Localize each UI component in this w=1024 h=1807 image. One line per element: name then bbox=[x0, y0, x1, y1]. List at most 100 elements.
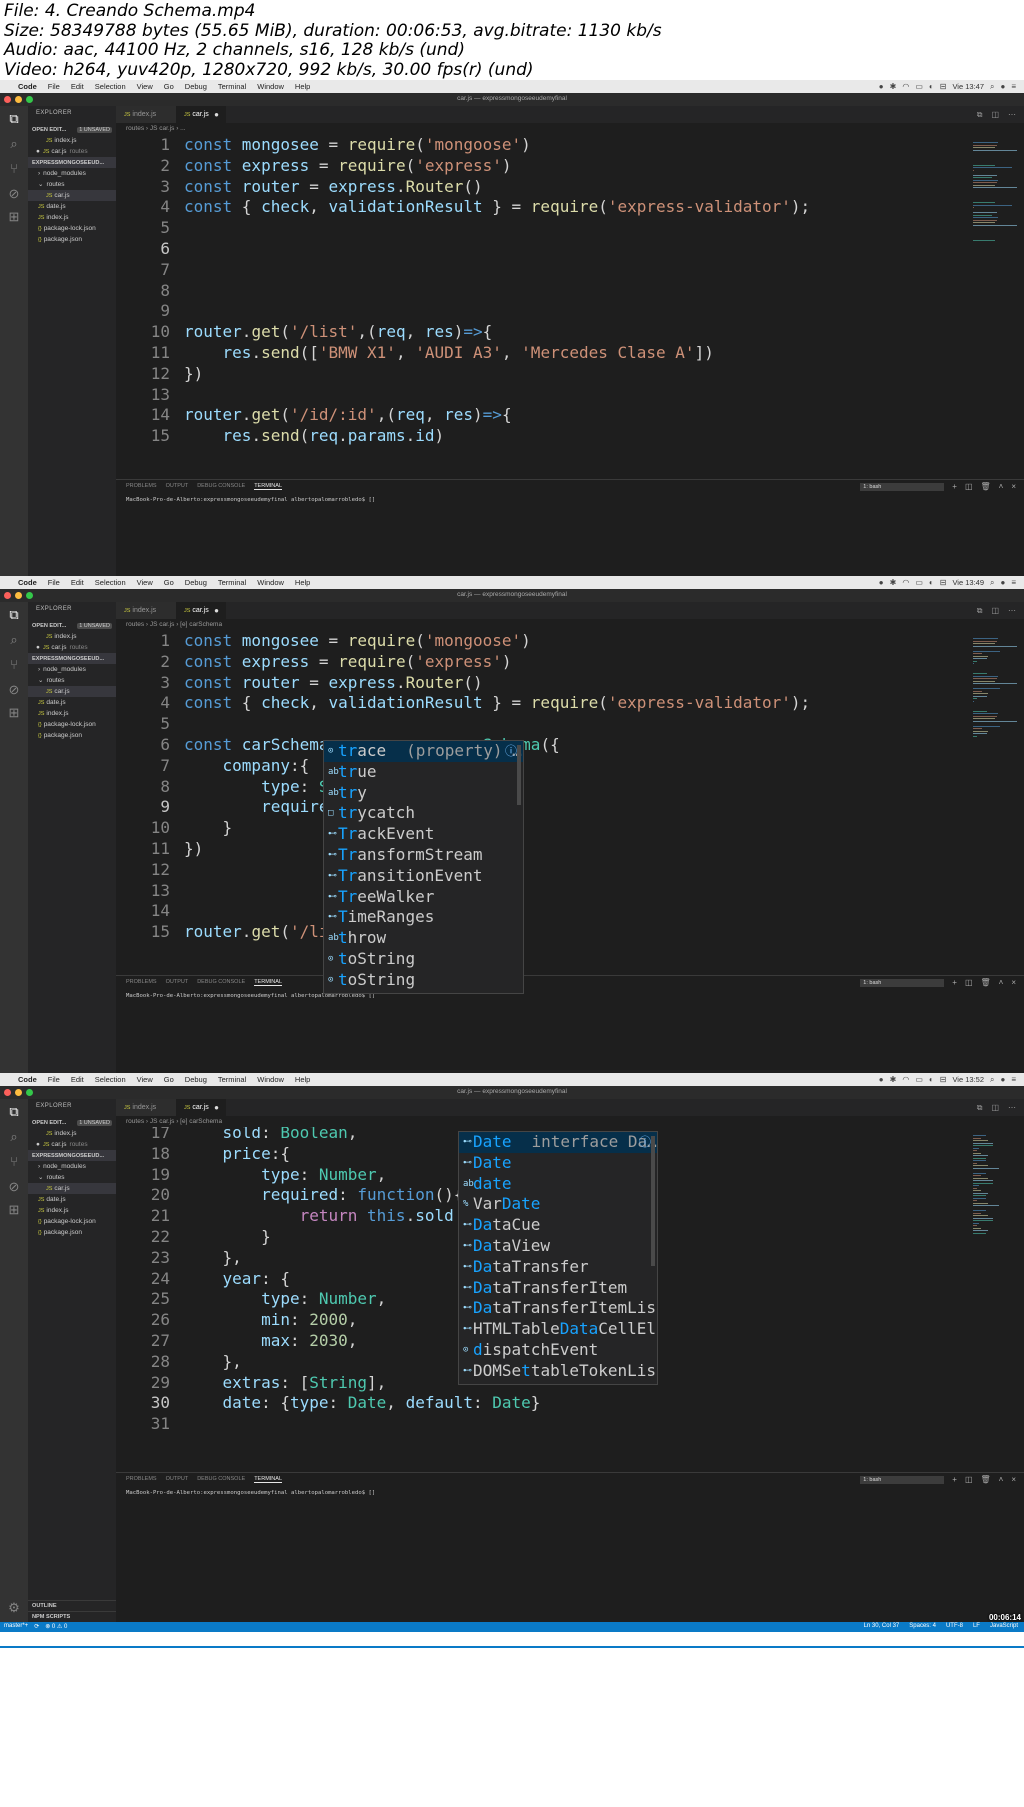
problems-indicator[interactable]: ⊗ 0 ⚠ 0 bbox=[45, 1623, 67, 1630]
tab-car-js[interactable]: JS car.js ● bbox=[176, 602, 226, 619]
split-editor-icon[interactable]: ◫ bbox=[991, 602, 999, 619]
panel-tab-terminal[interactable]: TERMINAL bbox=[254, 483, 282, 490]
flag-icon[interactable]: ⊟ bbox=[940, 578, 947, 587]
file-tree-item[interactable]: JS car.js bbox=[28, 1183, 116, 1194]
workspace-folder[interactable]: EXPRESSMONGOSEEUD... bbox=[28, 1150, 116, 1161]
menu-edit[interactable]: Edit bbox=[71, 82, 84, 91]
npm-scripts-section[interactable]: NPM SCRIPTS bbox=[28, 1611, 116, 1622]
split-terminal-icon[interactable]: ◫ bbox=[965, 978, 973, 987]
menu-selection[interactable]: Selection bbox=[95, 578, 126, 587]
suggestion-item[interactable]: abdate bbox=[459, 1174, 657, 1195]
file-tree-item[interactable]: › node_modules bbox=[28, 1161, 116, 1172]
close-panel-icon[interactable]: × bbox=[1011, 482, 1016, 491]
panel-tab-debug-console[interactable]: DEBUG CONSOLE bbox=[197, 979, 245, 986]
suggestion-item[interactable]: abthrow bbox=[324, 928, 523, 949]
close-panel-icon[interactable]: × bbox=[1011, 1475, 1016, 1484]
suggestion-item[interactable]: ⊷Date interface Da… ⓘ bbox=[459, 1132, 657, 1153]
open-changes-icon[interactable]: ⧉ bbox=[977, 1099, 983, 1116]
menu-edit[interactable]: Edit bbox=[71, 1075, 84, 1084]
flag-icon[interactable]: ⊟ bbox=[940, 1075, 947, 1084]
files-icon[interactable]: ⧉ bbox=[4, 111, 24, 127]
file-tree-item[interactable]: JS date.js bbox=[28, 697, 116, 708]
suggestion-item[interactable]: % VarDate bbox=[459, 1194, 657, 1215]
suggestion-item[interactable]: ⊷TrackEvent bbox=[324, 824, 523, 845]
panel-tab-terminal[interactable]: TERMINAL bbox=[254, 979, 282, 986]
menu-selection[interactable]: Selection bbox=[95, 1075, 126, 1084]
volume-icon[interactable]: ◐ bbox=[929, 1075, 934, 1084]
suggestion-item[interactable]: ⊙ toString bbox=[324, 970, 523, 991]
suggestion-item[interactable]: ⊷TransformStream bbox=[324, 845, 523, 866]
menu-window[interactable]: Window bbox=[257, 82, 284, 91]
files-icon[interactable]: ⧉ bbox=[4, 1104, 24, 1120]
gear-icon[interactable]: ⚙ bbox=[4, 1600, 24, 1616]
terminal-prompt[interactable]: MacBook-Pro-de-Alberto:expressmongoseeud… bbox=[126, 993, 375, 999]
suggestion-item[interactable]: □ trycatch bbox=[324, 803, 523, 824]
suggestion-item[interactable]: ⊷Date bbox=[459, 1153, 657, 1174]
status-enc[interactable]: UTF-8 bbox=[946, 1623, 963, 1629]
panel-tab-debug-console[interactable]: DEBUG CONSOLE bbox=[197, 1476, 245, 1483]
tab-car-js[interactable]: JS car.js ● bbox=[176, 106, 226, 123]
menu-window[interactable]: Window bbox=[257, 578, 284, 587]
record-icon[interactable]: ● bbox=[879, 578, 884, 587]
suggestion-item[interactable]: ⊷TimeRanges bbox=[324, 907, 523, 928]
minimap[interactable] bbox=[970, 1127, 1024, 1472]
siri-icon[interactable]: ● bbox=[1000, 1075, 1005, 1084]
display-icon[interactable]: ▭ bbox=[915, 82, 923, 91]
panel-tab-output[interactable]: OUTPUT bbox=[166, 979, 189, 986]
menu-terminal[interactable]: Terminal bbox=[218, 82, 246, 91]
status-lang[interactable]: JavaScript bbox=[990, 1623, 1018, 1629]
code-editor[interactable]: 1 const mongosee = require('mongoose') 2 co… bbox=[116, 630, 970, 975]
menu-help[interactable]: Help bbox=[295, 578, 310, 587]
minimap[interactable] bbox=[970, 134, 1024, 479]
open-editor-item[interactable]: ● JS car.js routes bbox=[28, 642, 116, 653]
tab-index-js[interactable]: JS index.js bbox=[116, 106, 176, 123]
file-tree-item[interactable]: › node_modules bbox=[28, 168, 116, 179]
breadcrumb[interactable]: routes › JS car.js › [e] carSchema bbox=[116, 619, 1024, 630]
workspace-folder[interactable]: EXPRESSMONGOSEEUD... bbox=[28, 653, 116, 664]
panel-tab-debug-console[interactable]: DEBUG CONSOLE bbox=[197, 483, 245, 490]
source-control-icon[interactable]: ⑂ bbox=[4, 1154, 24, 1169]
suggestion-item[interactable]: abtry bbox=[324, 783, 523, 804]
open-editor-item[interactable]: ● JS car.js routes bbox=[28, 146, 116, 157]
extensions-icon[interactable]: ⊞ bbox=[4, 1202, 24, 1218]
add-terminal-icon[interactable]: + bbox=[952, 482, 957, 491]
record-icon[interactable]: ● bbox=[879, 82, 884, 91]
terminal-select[interactable]: 1: bash bbox=[860, 482, 945, 491]
menu-selection[interactable]: Selection bbox=[95, 82, 126, 91]
source-control-icon[interactable]: ⑂ bbox=[4, 657, 24, 672]
suggestion-item[interactable]: ⊷DataTransferItem bbox=[459, 1278, 657, 1299]
bluetooth-icon[interactable]: ✱ bbox=[890, 82, 897, 91]
suggestion-item[interactable]: abtrue bbox=[324, 762, 523, 783]
unsaved-dot-icon[interactable]: ● bbox=[214, 1099, 219, 1116]
menu-help[interactable]: Help bbox=[295, 82, 310, 91]
siri-icon[interactable]: ● bbox=[1000, 578, 1005, 587]
menu-terminal[interactable]: Terminal bbox=[218, 578, 246, 587]
file-tree-item[interactable]: ⌄ routes bbox=[28, 179, 116, 190]
unsaved-dot-icon[interactable]: ● bbox=[214, 106, 219, 123]
notification-icon[interactable]: ≡ bbox=[1011, 578, 1016, 587]
file-tree-item[interactable]: {} package.json bbox=[28, 730, 116, 741]
volume-icon[interactable]: ◐ bbox=[929, 578, 934, 587]
search-icon[interactable]: ⌕ bbox=[4, 1129, 24, 1145]
open-editor-item[interactable]: JS index.js bbox=[28, 135, 116, 146]
terminal-prompt[interactable]: MacBook-Pro-de-Alberto:expressmongoseeud… bbox=[126, 497, 375, 503]
open-editor-item[interactable]: ● JS car.js routes bbox=[28, 1139, 116, 1150]
suggest-scrollbar[interactable] bbox=[651, 1136, 655, 1266]
open-editor-item[interactable]: JS index.js bbox=[28, 631, 116, 642]
bluetooth-icon[interactable]: ✱ bbox=[890, 578, 897, 587]
open-changes-icon[interactable]: ⧉ bbox=[977, 602, 983, 619]
menu-debug[interactable]: Debug bbox=[185, 1075, 207, 1084]
file-tree-item[interactable]: JS index.js bbox=[28, 708, 116, 719]
open-editor-item[interactable]: JS index.js bbox=[28, 1128, 116, 1139]
tab-index-js[interactable]: JS index.js bbox=[116, 1099, 176, 1116]
menu-file[interactable]: File bbox=[48, 578, 60, 587]
open-editors-section[interactable]: OPEN EDIT... 1 UNSAVED bbox=[28, 1117, 116, 1128]
file-tree-item[interactable]: ⌄ routes bbox=[28, 1172, 116, 1183]
menu-help[interactable]: Help bbox=[295, 1075, 310, 1084]
wifi-icon[interactable]: ◠ bbox=[902, 578, 909, 587]
search-icon[interactable]: ⌕ bbox=[4, 632, 24, 648]
add-terminal-icon[interactable]: + bbox=[952, 978, 957, 987]
suggestion-item[interactable]: ⊷DOMSettableTokenList bbox=[459, 1361, 657, 1382]
suggestion-item[interactable]: ⊷DataTransfer bbox=[459, 1257, 657, 1278]
trash-icon[interactable]: 🗑 bbox=[981, 1475, 991, 1484]
